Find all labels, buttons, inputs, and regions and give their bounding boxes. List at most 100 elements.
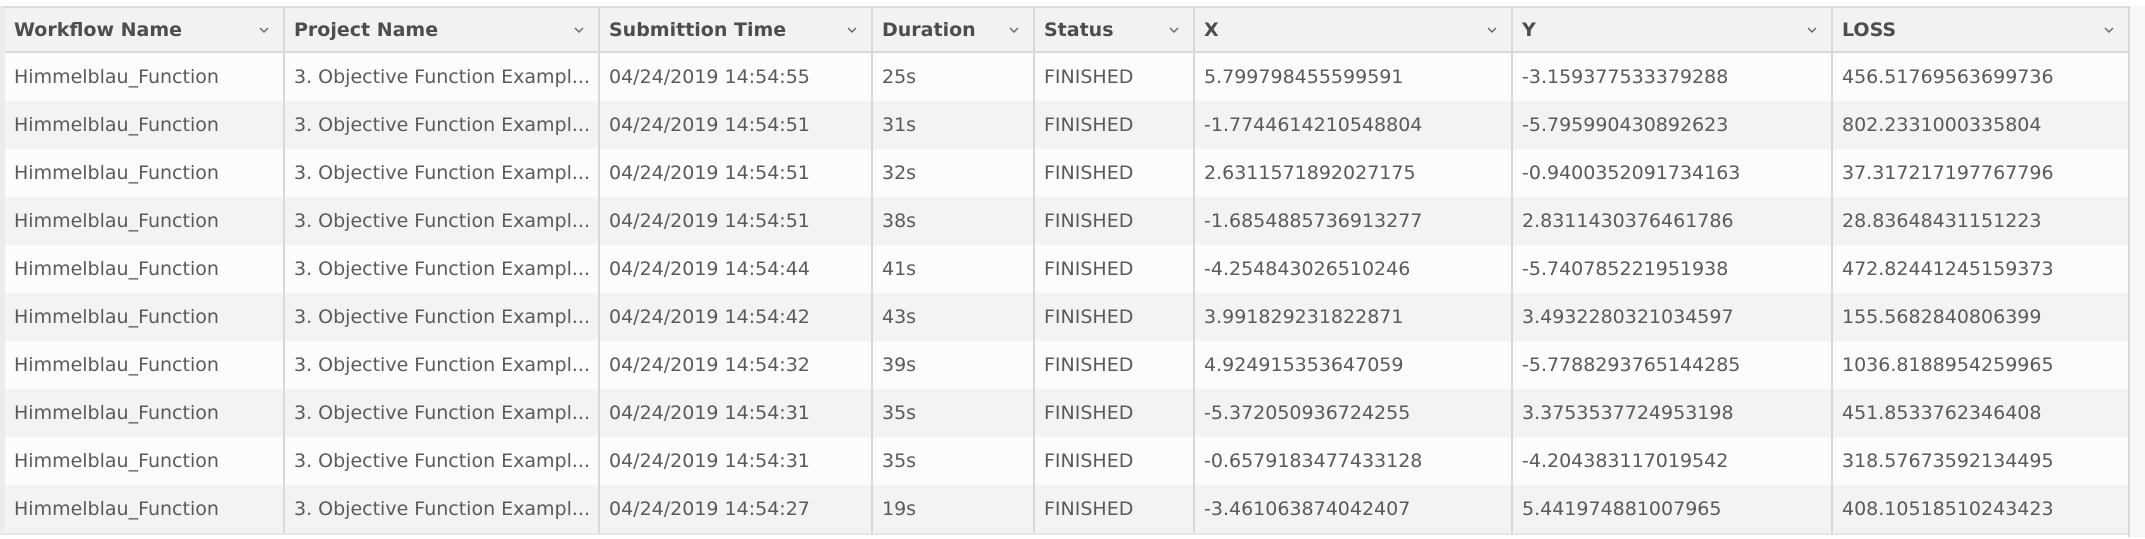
cell-loss: 37.317217197767796 [1842,162,2054,184]
cell-loss: 451.8533762346408 [1842,402,2042,424]
cell-project-name: 3. Objective Function Exampl... [285,53,600,101]
column-header-label: LOSS [1842,18,1897,41]
column-header-project-name[interactable]: Project Name [285,8,600,51]
column-header-label: Workflow Name [14,18,183,41]
chevron-down-icon[interactable] [845,23,859,37]
cell-x: 2.6311571892027175 [1195,149,1513,197]
cell-y: -5.740785221951938 [1513,245,1833,293]
cell-workflow-name: Himmelblau_Function [5,245,285,293]
cell-status: FINISHED [1035,389,1195,437]
cell-project-name: 3. Objective Function Exampl... [285,197,600,245]
cell-submission-time: 04/24/2019 14:54:55 [600,53,873,101]
column-header-x[interactable]: X [1195,8,1513,51]
cell-loss: 408.10518510243423 [1842,498,2054,520]
cell-workflow-name: Himmelblau_Function [5,389,285,437]
table-row[interactable]: Himmelblau_Function 3. Objective Function… [5,293,2128,341]
cell-duration: 25s [873,53,1035,101]
cell-status: FINISHED [1035,53,1195,101]
cell-duration: 35s [873,389,1035,437]
cell-loss: 456.51769563699736 [1842,66,2054,88]
cell-x: 3.991829231822871 [1195,293,1513,341]
column-header-label: Duration [882,18,976,41]
column-header-status[interactable]: Status [1035,8,1195,51]
table-row[interactable]: Himmelblau_Function 3. Objective Function… [5,437,2128,485]
cell-y: 3.3753537724953198 [1513,389,1833,437]
cell-workflow-name: Himmelblau_Function [5,101,285,149]
vertical-scrollbar[interactable] [2128,6,2145,537]
table-row[interactable]: Himmelblau_Function 3. Objective Function… [5,149,2128,197]
column-header-submission-time[interactable]: Submittion Time [600,8,873,51]
cell-submission-time: 04/24/2019 14:54:44 [600,245,873,293]
column-header-y[interactable]: Y [1513,8,1833,51]
cell-status: FINISHED [1035,197,1195,245]
cell-duration: 38s [873,197,1035,245]
chevron-down-icon[interactable] [257,23,271,37]
cell-project-name: 3. Objective Function Exampl... [285,389,600,437]
cell-x: -5.372050936724255 [1195,389,1513,437]
table-header-row: Workflow Name Project Name Submittion Ti… [5,8,2128,53]
cell-workflow-name: Himmelblau_Function [5,485,285,533]
cell-duration: 31s [873,101,1035,149]
chevron-down-icon[interactable] [1167,23,1181,37]
cell-y: -5.7788293765144285 [1513,341,1833,389]
cell-duration: 41s [873,245,1035,293]
cell-status: FINISHED [1035,437,1195,485]
cell-y: -0.9400352091734163 [1513,149,1833,197]
cell-y: -4.204383117019542 [1513,437,1833,485]
column-header-label: Y [1522,18,1536,41]
cell-submission-time: 04/24/2019 14:54:31 [600,389,873,437]
column-header-label: Status [1044,18,1114,41]
chevron-down-icon[interactable] [2102,23,2116,37]
cell-project-name: 3. Objective Function Exampl... [285,437,600,485]
cell-status: FINISHED [1035,149,1195,197]
cell-submission-time: 04/24/2019 14:54:42 [600,293,873,341]
chevron-down-icon[interactable] [1805,23,1819,37]
table-row[interactable]: Himmelblau_Function 3. Objective Function… [5,389,2128,437]
table-row[interactable]: Himmelblau_Function 3. Objective Function… [5,101,2128,149]
cell-x: 4.924915353647059 [1195,341,1513,389]
cell-loss: 472.82441245159373 [1842,258,2054,280]
cell-x: 5.799798455599591 [1195,53,1513,101]
cell-submission-time: 04/24/2019 14:54:27 [600,485,873,533]
cell-duration: 19s [873,485,1035,533]
cell-project-name: 3. Objective Function Exampl... [285,149,600,197]
cell-y: 2.8311430376461786 [1513,197,1833,245]
table-row[interactable]: Himmelblau_Function 3. Objective Function… [5,197,2128,245]
cell-loss: 802.2331000335804 [1842,114,2042,136]
cell-x: -1.7744614210548804 [1195,101,1513,149]
table-row[interactable]: Himmelblau_Function 3. Objective Function… [5,53,2128,101]
cell-status: FINISHED [1035,293,1195,341]
cell-loss: 318.57673592134495 [1842,450,2054,472]
table-row[interactable]: Himmelblau_Function 3. Objective Function… [5,341,2128,389]
cell-duration: 32s [873,149,1035,197]
chevron-down-icon[interactable] [1007,23,1021,37]
cell-project-name: 3. Objective Function Exampl... [285,341,600,389]
cell-y: -3.159377533379288 [1513,53,1833,101]
column-header-label: Submittion Time [609,18,787,41]
column-header-workflow-name[interactable]: Workflow Name [5,8,285,51]
cell-project-name: 3. Objective Function Exampl... [285,293,600,341]
chevron-down-icon[interactable] [572,23,586,37]
cell-status: FINISHED [1035,341,1195,389]
cell-y: 3.4932280321034597 [1513,293,1833,341]
column-header-duration[interactable]: Duration [873,8,1035,51]
column-header-loss[interactable]: LOSS [1833,8,2128,51]
cell-workflow-name: Himmelblau_Function [5,437,285,485]
chevron-down-icon[interactable] [1485,23,1499,37]
cell-duration: 43s [873,293,1035,341]
cell-project-name: 3. Objective Function Exampl... [285,485,600,533]
cell-y: 5.441974881007965 [1513,485,1833,533]
cell-submission-time: 04/24/2019 14:54:51 [600,101,873,149]
cell-status: FINISHED [1035,101,1195,149]
table-body: Himmelblau_Function 3. Objective Function… [5,53,2128,533]
table-row[interactable]: Himmelblau_Function 3. Objective Function… [5,485,2128,533]
cell-workflow-name: Himmelblau_Function [5,293,285,341]
cell-submission-time: 04/24/2019 14:54:51 [600,149,873,197]
cell-workflow-name: Himmelblau_Function [5,197,285,245]
cell-x: -1.6854885736913277 [1195,197,1513,245]
cell-status: FINISHED [1035,485,1195,533]
cell-submission-time: 04/24/2019 14:54:31 [600,437,873,485]
table-row[interactable]: Himmelblau_Function 3. Objective Function… [5,245,2128,293]
cell-duration: 39s [873,341,1035,389]
cell-loss: 155.5682840806399 [1842,306,2042,328]
